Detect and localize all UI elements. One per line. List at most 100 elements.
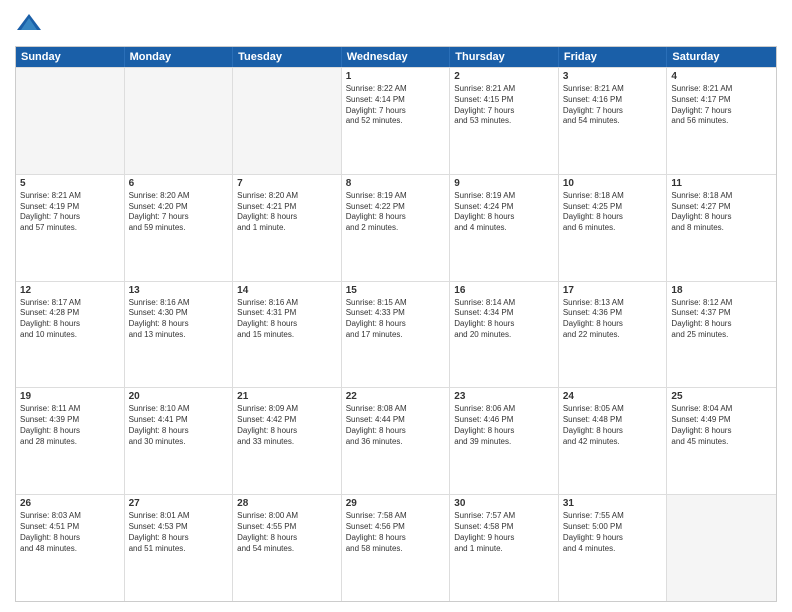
day-number: 22 (346, 391, 446, 402)
cell-content: Sunrise: 7:58 AM Sunset: 4:56 PM Dayligh… (346, 511, 446, 554)
cell-content: Sunrise: 7:55 AM Sunset: 5:00 PM Dayligh… (563, 511, 663, 554)
logo (15, 10, 47, 38)
calendar-row-3: 12 Sunrise: 8:17 AM Sunset: 4:28 PM Dayli… (16, 281, 776, 388)
cal-cell-5-4: 29 Sunrise: 7:58 AM Sunset: 4:56 PM Dayli… (342, 495, 451, 601)
cell-content: Sunrise: 8:09 AM Sunset: 4:42 PM Dayligh… (237, 404, 337, 447)
cal-cell-2-7: 11 Sunrise: 8:18 AM Sunset: 4:27 PM Dayli… (667, 175, 776, 281)
header-day-thursday: Thursday (450, 47, 559, 67)
cal-cell-3-5: 16 Sunrise: 8:14 AM Sunset: 4:34 PM Dayli… (450, 282, 559, 388)
day-number: 1 (346, 71, 446, 82)
day-number: 11 (671, 178, 772, 189)
cal-cell-5-5: 30 Sunrise: 7:57 AM Sunset: 4:58 PM Dayli… (450, 495, 559, 601)
cell-content: Sunrise: 7:57 AM Sunset: 4:58 PM Dayligh… (454, 511, 554, 554)
cell-content: Sunrise: 8:21 AM Sunset: 4:15 PM Dayligh… (454, 84, 554, 127)
cell-content: Sunrise: 8:18 AM Sunset: 4:25 PM Dayligh… (563, 191, 663, 234)
cal-cell-2-1: 5 Sunrise: 8:21 AM Sunset: 4:19 PM Daylig… (16, 175, 125, 281)
cell-content: Sunrise: 8:13 AM Sunset: 4:36 PM Dayligh… (563, 298, 663, 341)
cell-content: Sunrise: 8:20 AM Sunset: 4:21 PM Dayligh… (237, 191, 337, 234)
day-number: 15 (346, 285, 446, 296)
cal-cell-2-4: 8Sunrise: 8:19 AM Sunset: 4:22 PM Daylig… (342, 175, 451, 281)
cal-cell-1-1 (16, 68, 125, 174)
cal-cell-5-3: 28 Sunrise: 8:00 AM Sunset: 4:55 PM Dayli… (233, 495, 342, 601)
cal-cell-1-2 (125, 68, 234, 174)
day-number: 3 (563, 71, 663, 82)
cell-content: Sunrise: 8:11 AM Sunset: 4:39 PM Dayligh… (20, 404, 120, 447)
cal-cell-4-1: 19 Sunrise: 8:11 AM Sunset: 4:39 PM Dayli… (16, 388, 125, 494)
cal-cell-3-2: 13 Sunrise: 8:16 AM Sunset: 4:30 PM Dayli… (125, 282, 234, 388)
day-number: 5 (20, 178, 120, 189)
cell-content: Sunrise: 8:15 AM Sunset: 4:33 PM Dayligh… (346, 298, 446, 341)
day-number: 13 (129, 285, 229, 296)
cal-cell-1-4: 1 Sunrise: 8:22 AM Sunset: 4:14 PM Daylig… (342, 68, 451, 174)
day-number: 31 (563, 498, 663, 509)
calendar-header: SundayMondayTuesdayWednesdayThursdayFrid… (16, 47, 776, 67)
cal-cell-2-2: 6Sunrise: 8:20 AM Sunset: 4:20 PM Daylig… (125, 175, 234, 281)
calendar: SundayMondayTuesdayWednesdayThursdayFrid… (15, 46, 777, 602)
cell-content: Sunrise: 8:14 AM Sunset: 4:34 PM Dayligh… (454, 298, 554, 341)
day-number: 10 (563, 178, 663, 189)
day-number: 19 (20, 391, 120, 402)
cal-cell-3-4: 15 Sunrise: 8:15 AM Sunset: 4:33 PM Dayli… (342, 282, 451, 388)
cal-cell-5-6: 31 Sunrise: 7:55 AM Sunset: 5:00 PM Dayli… (559, 495, 668, 601)
day-number: 24 (563, 391, 663, 402)
cell-content: Sunrise: 8:21 AM Sunset: 4:16 PM Dayligh… (563, 84, 663, 127)
cal-cell-2-5: 9 Sunrise: 8:19 AM Sunset: 4:24 PM Daylig… (450, 175, 559, 281)
cell-content: Sunrise: 8:10 AM Sunset: 4:41 PM Dayligh… (129, 404, 229, 447)
cell-content: Sunrise: 8:18 AM Sunset: 4:27 PM Dayligh… (671, 191, 772, 234)
day-number: 4 (671, 71, 772, 82)
cal-cell-1-3 (233, 68, 342, 174)
header-day-friday: Friday (559, 47, 668, 67)
cal-cell-3-3: 14 Sunrise: 8:16 AM Sunset: 4:31 PM Dayli… (233, 282, 342, 388)
day-number: 16 (454, 285, 554, 296)
cell-content: Sunrise: 8:22 AM Sunset: 4:14 PM Dayligh… (346, 84, 446, 127)
day-number: 30 (454, 498, 554, 509)
calendar-row-4: 19 Sunrise: 8:11 AM Sunset: 4:39 PM Dayli… (16, 387, 776, 494)
day-number: 29 (346, 498, 446, 509)
cal-cell-1-6: 3 Sunrise: 8:21 AM Sunset: 4:16 PM Daylig… (559, 68, 668, 174)
cal-cell-4-6: 24 Sunrise: 8:05 AM Sunset: 4:48 PM Dayli… (559, 388, 668, 494)
day-number: 23 (454, 391, 554, 402)
cal-cell-1-7: 4 Sunrise: 8:21 AM Sunset: 4:17 PM Daylig… (667, 68, 776, 174)
calendar-row-2: 5 Sunrise: 8:21 AM Sunset: 4:19 PM Daylig… (16, 174, 776, 281)
cell-content: Sunrise: 8:03 AM Sunset: 4:51 PM Dayligh… (20, 511, 120, 554)
day-number: 2 (454, 71, 554, 82)
cell-content: Sunrise: 8:06 AM Sunset: 4:46 PM Dayligh… (454, 404, 554, 447)
cal-cell-4-3: 21 Sunrise: 8:09 AM Sunset: 4:42 PM Dayli… (233, 388, 342, 494)
calendar-row-1: 1 Sunrise: 8:22 AM Sunset: 4:14 PM Daylig… (16, 67, 776, 174)
cell-content: Sunrise: 8:19 AM Sunset: 4:24 PM Dayligh… (454, 191, 554, 234)
header-day-wednesday: Wednesday (342, 47, 451, 67)
cal-cell-3-1: 12 Sunrise: 8:17 AM Sunset: 4:28 PM Dayli… (16, 282, 125, 388)
day-number: 12 (20, 285, 120, 296)
calendar-row-5: 26 Sunrise: 8:03 AM Sunset: 4:51 PM Dayli… (16, 494, 776, 601)
day-number: 21 (237, 391, 337, 402)
cal-cell-4-5: 23 Sunrise: 8:06 AM Sunset: 4:46 PM Dayli… (450, 388, 559, 494)
day-number: 17 (563, 285, 663, 296)
header-day-monday: Monday (125, 47, 234, 67)
logo-icon (15, 10, 43, 38)
cal-cell-4-7: 25Sunrise: 8:04 AM Sunset: 4:49 PM Dayli… (667, 388, 776, 494)
cell-content: Sunrise: 8:16 AM Sunset: 4:31 PM Dayligh… (237, 298, 337, 341)
day-number: 14 (237, 285, 337, 296)
cell-content: Sunrise: 8:21 AM Sunset: 4:19 PM Dayligh… (20, 191, 120, 234)
day-number: 26 (20, 498, 120, 509)
cell-content: Sunrise: 8:20 AM Sunset: 4:20 PM Dayligh… (129, 191, 229, 234)
cal-cell-2-6: 10 Sunrise: 8:18 AM Sunset: 4:25 PM Dayli… (559, 175, 668, 281)
header (15, 10, 777, 38)
cell-content: Sunrise: 8:00 AM Sunset: 4:55 PM Dayligh… (237, 511, 337, 554)
header-day-saturday: Saturday (667, 47, 776, 67)
cal-cell-5-2: 27Sunrise: 8:01 AM Sunset: 4:53 PM Dayli… (125, 495, 234, 601)
cell-content: Sunrise: 8:08 AM Sunset: 4:44 PM Dayligh… (346, 404, 446, 447)
cell-content: Sunrise: 8:16 AM Sunset: 4:30 PM Dayligh… (129, 298, 229, 341)
day-number: 20 (129, 391, 229, 402)
cell-content: Sunrise: 8:12 AM Sunset: 4:37 PM Dayligh… (671, 298, 772, 341)
cell-content: Sunrise: 8:17 AM Sunset: 4:28 PM Dayligh… (20, 298, 120, 341)
header-day-sunday: Sunday (16, 47, 125, 67)
cell-content: Sunrise: 8:21 AM Sunset: 4:17 PM Dayligh… (671, 84, 772, 127)
calendar-body: 1 Sunrise: 8:22 AM Sunset: 4:14 PM Daylig… (16, 67, 776, 601)
cal-cell-2-3: 7Sunrise: 8:20 AM Sunset: 4:21 PM Daylig… (233, 175, 342, 281)
day-number: 9 (454, 178, 554, 189)
cell-content: Sunrise: 8:05 AM Sunset: 4:48 PM Dayligh… (563, 404, 663, 447)
cal-cell-4-4: 22 Sunrise: 8:08 AM Sunset: 4:44 PM Dayli… (342, 388, 451, 494)
day-number: 18 (671, 285, 772, 296)
day-number: 28 (237, 498, 337, 509)
